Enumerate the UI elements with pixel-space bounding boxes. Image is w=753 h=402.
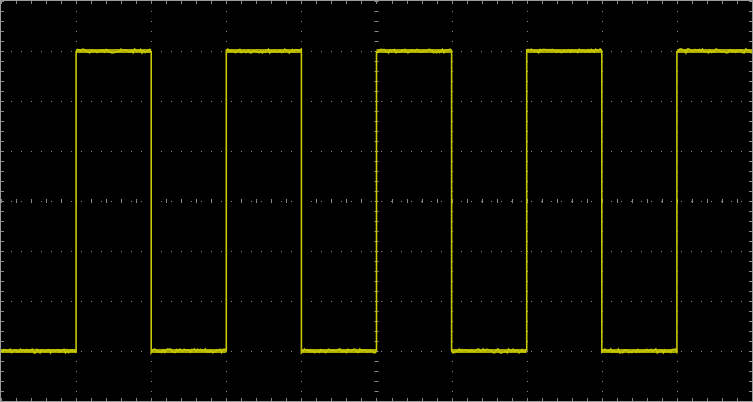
trace-plateau <box>301 349 377 353</box>
trace-plateau <box>376 49 452 53</box>
trace-plateau <box>226 49 302 53</box>
oscilloscope-display <box>0 0 753 402</box>
trace-plateau <box>151 349 227 353</box>
trace-plateau <box>601 349 677 353</box>
trace-plateau <box>1 349 77 353</box>
trace-plateau <box>676 49 752 53</box>
trace-plateau <box>76 49 152 53</box>
trace-plateau <box>526 49 602 53</box>
trace-plateau <box>451 349 527 353</box>
